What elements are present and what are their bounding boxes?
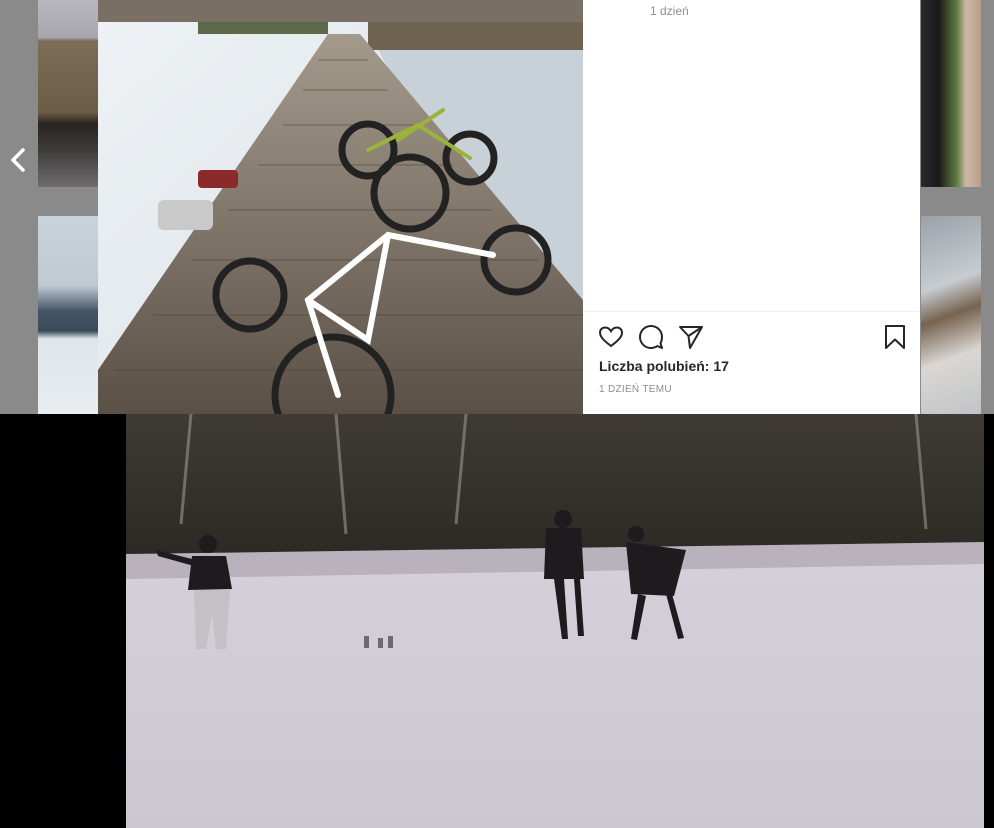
background-thumbnail[interactable] <box>38 0 98 187</box>
video-player[interactable] <box>0 414 994 828</box>
heart-icon <box>598 326 624 348</box>
bookmark-icon <box>885 325 905 349</box>
background-thumbnail[interactable] <box>921 0 981 187</box>
paper-plane-icon <box>679 326 703 349</box>
bikes-on-pier-image <box>98 0 583 414</box>
save-button[interactable] <box>882 324 908 350</box>
post-actions-bar <box>598 324 908 350</box>
post-side-panel: 1 dzień Liczba polubień: 17 1 DZIEŃ TEMU <box>583 0 920 414</box>
divider <box>583 311 920 312</box>
post-photo <box>98 0 583 414</box>
people-on-frozen-lake-image <box>126 414 984 828</box>
like-button[interactable] <box>598 324 624 350</box>
background-thumbnail[interactable] <box>921 216 981 414</box>
video-frame <box>126 414 984 828</box>
previous-post-button[interactable] <box>6 146 30 174</box>
post-timestamp: 1 DZIEŃ TEMU <box>599 384 672 395</box>
background-thumbnail[interactable] <box>38 216 98 414</box>
chevron-left-icon <box>11 148 25 172</box>
likes-count[interactable]: Liczba polubień: 17 <box>599 358 729 374</box>
instagram-modal-screenshot: 1 dzień Liczba polubień: 17 1 DZIEŃ TEMU <box>0 0 994 414</box>
comment-button[interactable] <box>638 324 664 350</box>
share-button[interactable] <box>678 324 704 350</box>
comment-icon <box>639 325 663 349</box>
comment-timestamp: 1 dzień <box>650 4 689 18</box>
